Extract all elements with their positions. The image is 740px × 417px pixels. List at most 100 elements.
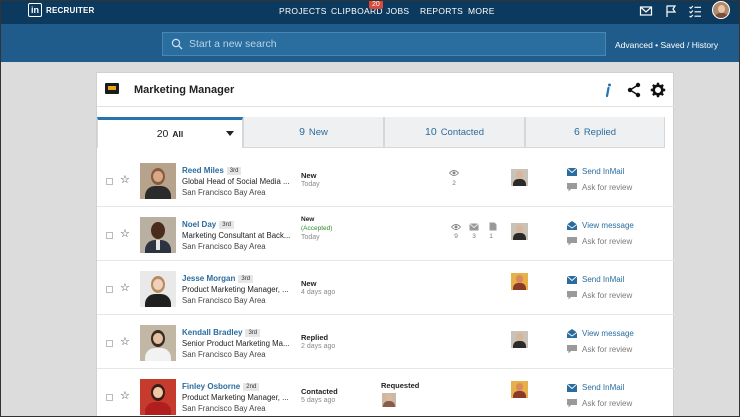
status-time: Today [301,234,320,241]
open-envelope-icon [567,221,577,230]
ask-for-review-button[interactable]: Ask for review [567,399,632,408]
review-label: Ask for review [582,183,633,192]
note-count: 1 [489,233,493,240]
candidate-name-line[interactable]: Kendall Bradley 3rd [182,328,261,337]
share-icon[interactable] [626,82,642,98]
candidate-row[interactable]: ☆ Kendall Bradley 3rd Senior Product Mark… [97,315,675,369]
tab-replied-count: 6 [573,126,580,138]
review-label: Ask for review [582,237,633,246]
select-checkbox[interactable] [106,178,113,185]
tab-contacted-count: 10 [425,126,437,138]
mail-icon [567,383,577,392]
candidate-photo[interactable] [140,163,176,199]
candidate-headline: Global Head of Social Media ... [182,177,290,186]
settings-icon[interactable] [650,82,666,98]
candidate-name-line[interactable]: Noel Day 3rd [182,220,234,229]
tasks-icon[interactable] [688,4,702,18]
star-icon[interactable]: ☆ [120,173,130,186]
tab-new-count: 9 [299,126,305,138]
select-checkbox[interactable] [106,232,113,239]
candidate-name[interactable]: Noel Day [182,220,216,229]
ask-for-review-button[interactable]: Ask for review [567,237,632,246]
send-inmail-button[interactable]: Send InMail [567,383,624,392]
linkedin-recruiter-logo[interactable]: in RECRUITER [28,3,94,17]
candidate-location: San Francisco Bay Area [182,242,266,251]
nav-projects[interactable]: PROJECTS [279,6,327,16]
message-count: 3 [472,233,476,240]
view-count: 9 [454,233,458,240]
linkedin-icon: in [28,3,42,17]
requested-by-avatar [382,393,396,407]
connection-degree-badge: 3rd [226,167,242,175]
search-input[interactable] [189,38,589,50]
send-inmail-button[interactable]: Send InMail [567,275,624,284]
advanced-saved-history-links[interactable]: Advanced • Saved / History [615,40,718,50]
candidate-photo[interactable] [140,325,176,361]
connection-degree-badge: 2nd [243,383,260,391]
tab-all-count: 20 [156,128,169,140]
candidate-row[interactable]: ☆ Jesse Morgan 3rd Product Marketing Mana… [97,261,675,315]
candidate-name-line[interactable]: Finley Osborne 2nd [182,382,260,391]
tab-new[interactable]: 9 New [243,117,384,148]
accepted-note: (Accepted) [301,225,333,232]
ask-for-review-button[interactable]: Ask for review [567,183,632,192]
send-inmail-button[interactable]: Send InMail [567,167,624,176]
star-icon[interactable]: ☆ [120,335,130,348]
info-icon[interactable] [600,82,616,98]
ask-for-review-button[interactable]: Ask for review [567,345,632,354]
nav-jobs[interactable]: JOBS [386,6,409,16]
candidate-row[interactable]: ☆ Finley Osborne 2nd Product Marketing Ma… [97,369,675,417]
star-icon[interactable]: ☆ [120,281,130,294]
candidate-row[interactable]: ☆ Noel Day 3rd Marketing Consultant at Ba… [97,207,675,261]
action-label: Send InMail [582,275,625,284]
requested-label: Requested [381,381,420,390]
status-time: 5 days ago [301,397,336,404]
candidate-location: San Francisco Bay Area [182,188,266,197]
candidate-name[interactable]: Finley Osborne [182,382,240,391]
candidate-name[interactable]: Reed Miles [182,166,224,175]
nav-reports[interactable]: REPORTS [420,6,463,16]
search-box[interactable] [162,32,606,56]
candidate-photo[interactable] [140,379,176,415]
project-header: Marketing Manager [97,73,675,107]
comment-icon [567,237,577,246]
tab-contacted[interactable]: 10 Contacted [384,117,525,148]
review-label: Ask for review [582,291,633,300]
action-label: View message [582,221,634,230]
owner-avatar [511,169,528,186]
mail-icon[interactable] [639,4,653,18]
select-checkbox[interactable] [106,394,113,401]
search-icon [171,38,183,50]
star-icon[interactable]: ☆ [120,227,130,240]
chevron-down-icon[interactable] [226,131,234,136]
flag-icon[interactable] [664,4,678,18]
candidate-name[interactable]: Kendall Bradley [182,328,242,337]
action-label: View message [582,329,634,338]
owner-avatar [511,331,528,348]
ask-for-review-button[interactable]: Ask for review [567,291,632,300]
eye-icon [449,170,459,176]
status-time: Today [301,181,320,188]
nav-more[interactable]: MORE [468,6,495,16]
connection-degree-badge: 3rd [238,275,254,283]
select-checkbox[interactable] [106,340,113,347]
candidate-headline: Senior Product Marketing Ma... [182,339,290,348]
candidate-row[interactable]: ☆ Reed Miles 3rd Global Head of Social Me… [97,153,675,207]
candidate-photo[interactable] [140,271,176,307]
candidate-photo[interactable] [140,217,176,253]
tab-replied-label: Replied [583,126,617,138]
action-label: Send InMail [582,167,625,176]
profile-avatar[interactable] [712,1,730,19]
comment-icon [567,399,577,408]
pipeline-tabs: 20 All 9 New 10 Contacted 6 Replied [97,117,665,148]
tab-replied[interactable]: 6 Replied [525,117,665,148]
tab-all[interactable]: 20 All [97,117,243,148]
candidate-name-line[interactable]: Reed Miles 3rd [182,166,242,175]
candidate-name[interactable]: Jesse Morgan [182,274,235,283]
view-message-button[interactable]: View message [567,221,634,230]
candidate-name-line[interactable]: Jesse Morgan 3rd [182,274,254,283]
star-icon[interactable]: ☆ [120,389,130,402]
comment-icon [567,345,577,354]
select-checkbox[interactable] [106,286,113,293]
view-message-button[interactable]: View message [567,329,634,338]
